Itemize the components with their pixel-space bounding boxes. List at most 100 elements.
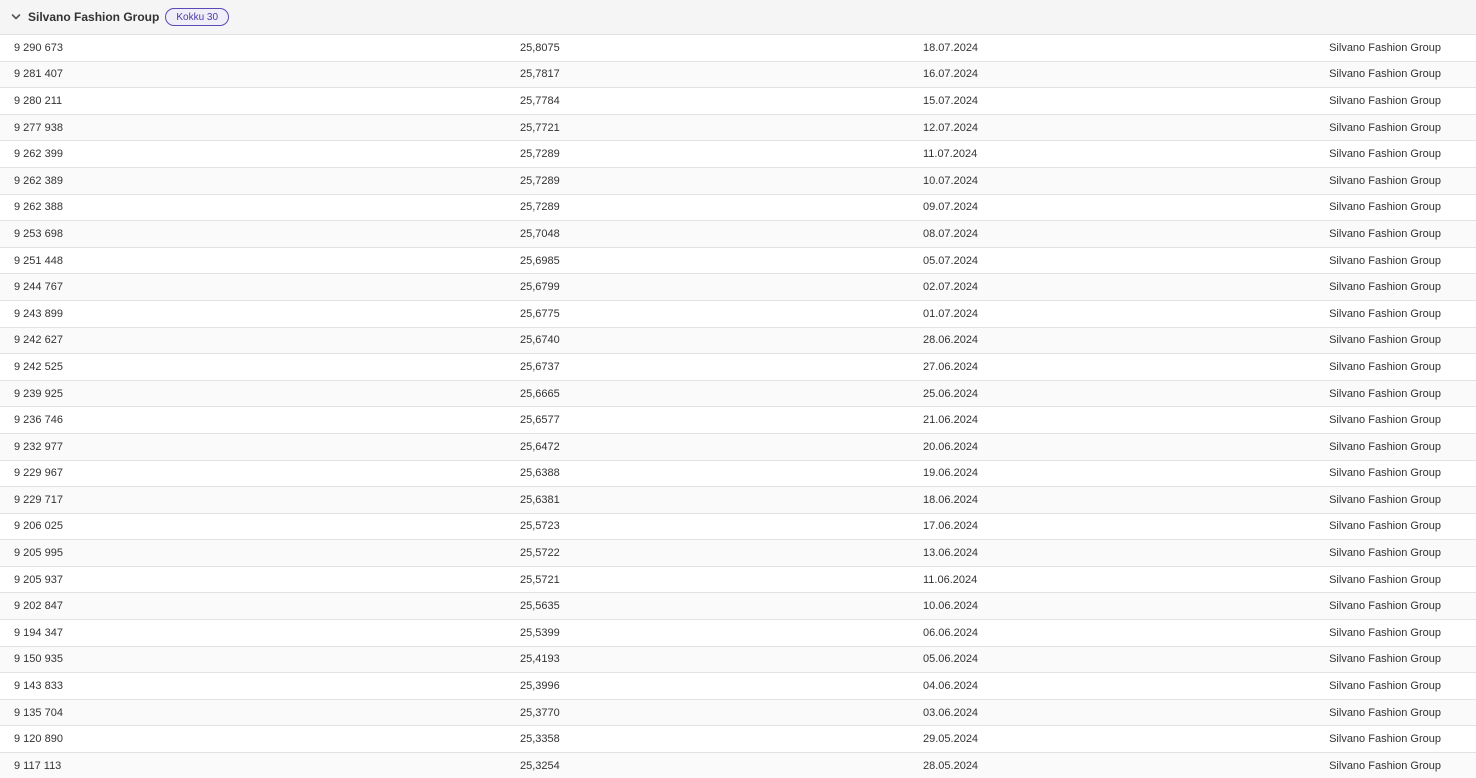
id-cell: 9 205 937 [14,573,63,586]
company-cell: Silvano Fashion Group [1329,307,1441,320]
date-cell: 25.06.2024 [923,387,979,400]
table-row[interactable]: 9 280 211 25,7784 15.07.2024 Silvano Fashio… [0,88,1476,115]
group-count-badge: Kokku 30 [165,8,230,26]
date-cell: 28.06.2024 [923,334,979,347]
table-row[interactable]: 9 206 025 25,5723 17.06.2024 Silvano Fashio… [0,514,1476,541]
table-row[interactable]: 9 253 698 25,7048 08.07.2024 Silvano Fashio… [0,221,1476,248]
table-row[interactable]: 9 150 935 25,4193 05.06.2024 Silvano Fashio… [0,646,1476,674]
table-row[interactable]: 9 232 977 25,6472 20.06.2024 Silvano Fashio… [0,433,1476,461]
company-cell: Silvano Fashion Group [1329,414,1441,427]
id-cell: 9 135 704 [14,706,63,719]
table-row[interactable]: 9 229 717 25,6381 18.06.2024 Silvano Fashio… [0,487,1476,514]
company-cell: Silvano Fashion Group [1329,387,1441,400]
table-row[interactable]: 9 244 767 25,6799 02.07.2024 Silvano Fashio… [0,274,1476,301]
id-cell: 9 277 938 [14,121,63,134]
value-cell: 25,6799 [520,281,560,294]
date-cell: 21.06.2024 [923,414,979,427]
value-cell: 25,3358 [520,733,560,746]
date-cell: 11.06.2024 [923,573,978,586]
date-cell: 02.07.2024 [923,281,979,294]
value-cell: 25,3254 [520,759,560,772]
value-cell: 25,3996 [520,680,560,693]
id-cell: 9 242 525 [14,360,63,373]
date-cell: 16.07.2024 [923,68,979,81]
table-row[interactable]: 9 120 890 25,3358 29.05.2024 Silvano Fashio… [0,726,1476,754]
date-cell: 12.07.2024 [923,121,979,134]
table-row[interactable]: 9 242 525 25,6737 27.06.2024 Silvano Fashio… [0,354,1476,381]
table-row[interactable]: 9 262 399 25,7289 11.07.2024 Silvano Fashio… [0,141,1476,168]
value-cell: 25,7289 [520,174,560,187]
company-cell: Silvano Fashion Group [1329,334,1441,347]
id-cell: 9 236 746 [14,414,63,427]
value-cell: 25,7289 [520,148,560,161]
table-row[interactable]: 9 205 995 25,5722 13.06.2024 Silvano Fashio… [0,540,1476,567]
date-cell: 10.07.2024 [923,174,979,187]
group-header[interactable]: Silvano Fashion Group Kokku 30 [0,0,1476,35]
table-row[interactable]: 9 205 937 25,5721 11.06.2024 Silvano Fashio… [0,567,1476,594]
date-cell: 28.05.2024 [923,759,979,772]
table-row[interactable]: 9 281 407 25,7817 16.07.2024 Silvano Fashio… [0,61,1476,89]
company-cell: Silvano Fashion Group [1329,201,1441,214]
company-cell: Silvano Fashion Group [1329,626,1441,639]
company-cell: Silvano Fashion Group [1329,41,1441,54]
company-cell: Silvano Fashion Group [1329,759,1441,772]
date-cell: 03.06.2024 [923,706,979,719]
company-cell: Silvano Fashion Group [1329,68,1441,81]
table-row[interactable]: 9 117 113 25,3254 28.05.2024 Silvano Fashio… [0,753,1476,778]
company-cell: Silvano Fashion Group [1329,360,1441,373]
id-cell: 9 244 767 [14,281,63,294]
table-row[interactable]: 9 251 448 25,6985 05.07.2024 Silvano Fashio… [0,248,1476,275]
date-cell: 19.06.2024 [923,467,979,480]
value-cell: 25,5399 [520,626,560,639]
date-cell: 15.07.2024 [923,94,979,107]
value-cell: 25,4193 [520,653,560,666]
value-cell: 25,6472 [520,440,560,453]
company-cell: Silvano Fashion Group [1329,281,1441,294]
value-cell: 25,6665 [520,387,560,400]
value-cell: 25,6381 [520,493,560,506]
id-cell: 9 117 113 [14,759,62,772]
date-cell: 29.05.2024 [923,733,979,746]
table-row[interactable]: 9 262 389 25,7289 10.07.2024 Silvano Fashio… [0,167,1476,195]
value-cell: 25,6388 [520,467,560,480]
date-cell: 05.06.2024 [923,653,979,666]
table-row[interactable]: 9 202 847 25,5635 10.06.2024 Silvano Fashio… [0,593,1476,621]
value-cell: 25,6985 [520,254,560,267]
table-row[interactable]: 9 194 347 25,5399 06.06.2024 Silvano Fashio… [0,620,1476,647]
table-row[interactable]: 9 242 627 25,6740 28.06.2024 Silvano Fashio… [0,327,1476,355]
company-cell: Silvano Fashion Group [1329,600,1441,613]
chevron-down-icon[interactable] [10,11,22,23]
table-row[interactable]: 9 135 704 25,3770 03.06.2024 Silvano Fashio… [0,699,1476,727]
id-cell: 9 229 717 [14,493,63,506]
date-cell: 10.06.2024 [923,600,979,613]
value-cell: 25,6577 [520,414,560,427]
value-cell: 25,7784 [520,94,560,107]
table-row[interactable]: 9 243 899 25,6775 01.07.2024 Silvano Fashio… [0,301,1476,328]
table-row[interactable]: 9 239 925 25,6665 25.06.2024 Silvano Fashio… [0,380,1476,408]
date-cell: 06.06.2024 [923,626,979,639]
table-row[interactable]: 9 262 388 25,7289 09.07.2024 Silvano Fashio… [0,195,1476,222]
company-cell: Silvano Fashion Group [1329,680,1441,693]
table-body: 9 290 673 25,8075 18.07.2024 Silvano Fashio… [0,35,1476,778]
company-cell: Silvano Fashion Group [1329,94,1441,107]
id-cell: 9 120 890 [14,733,63,746]
date-cell: 18.07.2024 [923,41,979,54]
value-cell: 25,7289 [520,201,560,214]
table-row[interactable]: 9 277 938 25,7721 12.07.2024 Silvano Fashio… [0,114,1476,142]
table-row[interactable]: 9 143 833 25,3996 04.06.2024 Silvano Fashio… [0,673,1476,700]
value-cell: 25,7817 [520,68,560,81]
id-cell: 9 251 448 [14,254,63,267]
value-cell: 25,5635 [520,600,560,613]
company-cell: Silvano Fashion Group [1329,174,1441,187]
value-cell: 25,3770 [520,706,560,719]
table-row[interactable]: 9 236 746 25,6577 21.06.2024 Silvano Fashio… [0,407,1476,434]
id-cell: 9 262 399 [14,148,63,161]
table-row[interactable]: 9 290 673 25,8075 18.07.2024 Silvano Fashio… [0,35,1476,62]
id-cell: 9 280 211 [14,94,63,107]
value-cell: 25,5723 [520,520,560,533]
id-cell: 9 239 925 [14,387,63,400]
id-cell: 9 232 977 [14,440,63,453]
table-row[interactable]: 9 229 967 25,6388 19.06.2024 Silvano Fashio… [0,461,1476,488]
value-cell: 25,7721 [520,121,560,134]
id-cell: 9 143 833 [14,680,63,693]
